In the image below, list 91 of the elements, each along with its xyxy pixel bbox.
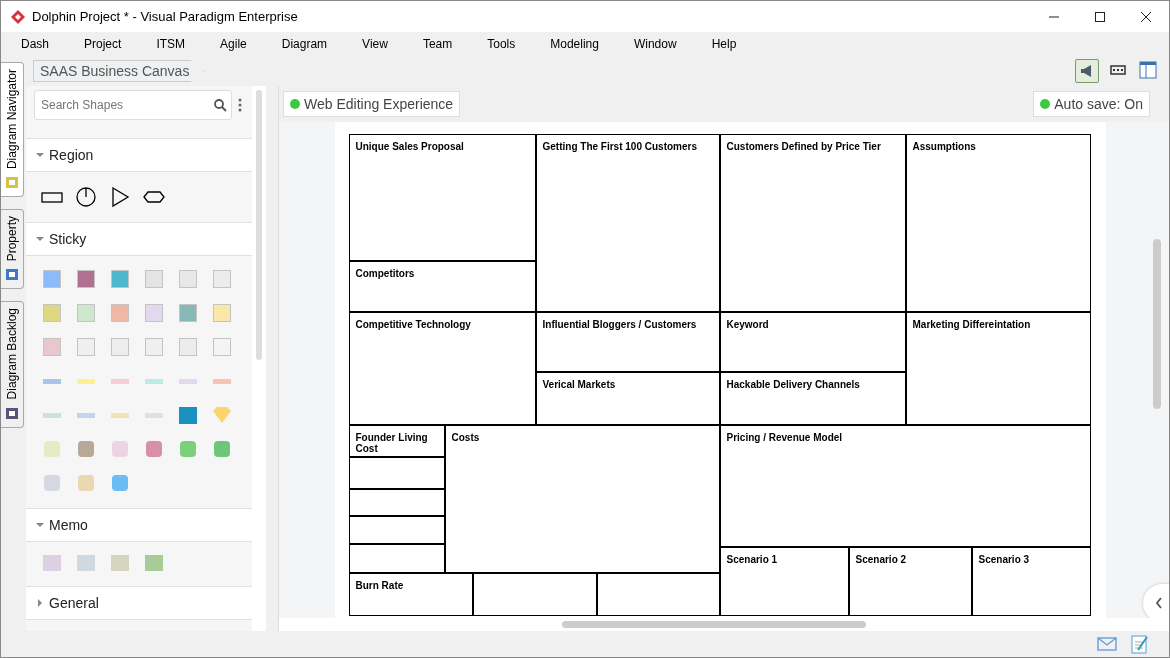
cell-label: Competitive Technology [355,318,471,330]
sticker-icon[interactable] [211,438,233,460]
cell-label: Competitors [355,267,415,279]
menu-item[interactable]: Diagram [281,37,328,51]
sticky-note-icon[interactable] [41,336,63,358]
sticky-note-icon[interactable] [41,302,63,324]
cell-label: Getting The First 100 Customers [542,140,697,152]
circle-shape-icon[interactable] [74,185,98,209]
panel-icon [4,174,20,191]
sticky-note-icon[interactable] [109,268,131,290]
cell-label: Pricing / Revenue Model [726,431,843,443]
menu-item[interactable]: Agile [220,37,247,51]
scrollbar-thumb[interactable] [1153,239,1161,409]
sticker-icon[interactable] [41,472,63,494]
scrollbar-thumb[interactable] [562,621,866,628]
menu-item[interactable]: ITSM [156,37,186,51]
panel-icon [4,266,20,283]
cell-label: Burn Rate [355,579,404,591]
cell-label: Assumptions [912,140,976,152]
menu-item[interactable]: Tools [487,37,516,51]
menu-item[interactable]: Modeling [550,37,599,51]
sticky-note-icon[interactable] [177,268,199,290]
cell-label: Scenario 2 [855,553,907,565]
search-field[interactable]: Search Shapes [34,90,232,120]
side-tab[interactable]: Diagram Navigator [1,62,24,198]
sticker-icon[interactable] [177,438,199,460]
sticky-note-icon[interactable] [177,302,199,324]
cell-label: Scenario 1 [726,553,778,565]
menu-item[interactable]: Team [422,37,453,51]
note-edit-icon[interactable] [1131,634,1149,654]
sticky-note-icon[interactable] [143,268,165,290]
section-header[interactable]: Memo [26,508,252,542]
cell-label: Costs [451,431,480,443]
scrollbar-thumb[interactable] [256,90,262,360]
sticky-note-icon[interactable] [211,302,233,324]
cell-label: Marketing Differeintation [912,318,1031,330]
side-tab[interactable]: Diagram Backlog [1,301,24,428]
section-header[interactable]: Sticky [26,222,252,256]
sticker-icon[interactable] [109,438,131,460]
cell-label: Scenario 3 [978,553,1030,565]
cell-label: Unique Sales Proposal [355,140,464,152]
memo-note-icon[interactable] [143,552,165,574]
memo-note-icon[interactable] [75,552,97,574]
cell-label: Verical Markets [542,378,616,390]
menu-item[interactable]: Window [633,37,677,51]
sticky-note-icon[interactable] [75,268,97,290]
caret-icon [36,521,44,529]
more-icon[interactable] [238,98,242,112]
sticky-note-icon[interactable] [177,336,199,358]
memo-note-icon[interactable] [109,552,131,574]
status-chip[interactable]: Auto save: On [1033,91,1150,117]
sticky-note-icon[interactable] [41,268,63,290]
sticky-note-icon[interactable] [143,302,165,324]
sticky-note-icon[interactable] [75,336,97,358]
cell-label: Hackable Delivery Channels [726,378,860,390]
sticky-note-icon[interactable] [75,302,97,324]
sticky-note-icon[interactable] [211,268,233,290]
megaphone-icon[interactable] [1075,59,1099,83]
status-chip[interactable]: Web Editing Experience [283,91,461,117]
caret-icon [36,235,44,243]
sticky-note-icon[interactable] [109,302,131,324]
menu-item[interactable]: Help [711,37,737,51]
sticky-note-icon[interactable] [211,336,233,358]
chevron-left-icon [1155,597,1163,609]
breadcrumb[interactable]: SAAS Business Canvas [33,60,205,82]
side-tab[interactable]: Property [1,209,24,290]
section-header[interactable]: General [26,586,252,620]
cell-label: Customers Defined by Price Tier [726,140,881,152]
cell-label: Keyword [726,318,769,330]
sticker-icon[interactable] [109,472,131,494]
caret-icon [36,599,44,607]
search-icon [213,98,227,112]
app-logo-icon [10,8,26,25]
sticker-icon[interactable] [75,472,97,494]
layout-icon[interactable] [1137,59,1159,81]
memo-note-icon[interactable] [41,552,63,574]
sticker-icon[interactable] [41,438,63,460]
section-header[interactable]: Region [26,138,252,172]
menu-item[interactable]: View [362,37,388,51]
mail-icon[interactable] [1097,637,1117,651]
sticker-icon[interactable] [75,438,97,460]
calendar-icon[interactable] [177,404,199,426]
cell-label: Influential Bloggers / Customers [542,318,697,330]
sticky-note-icon[interactable] [143,336,165,358]
sticker-icon[interactable] [143,438,165,460]
cell-label: Founder Living Cost [355,431,429,454]
caret-icon [36,151,44,159]
menu-item[interactable]: Project [84,37,122,51]
sticky-note-icon[interactable] [109,336,131,358]
menu-item[interactable]: Dash [21,37,49,51]
window-title: Dolphin Project * - Visual Paradigm Enterprise [32,9,298,24]
